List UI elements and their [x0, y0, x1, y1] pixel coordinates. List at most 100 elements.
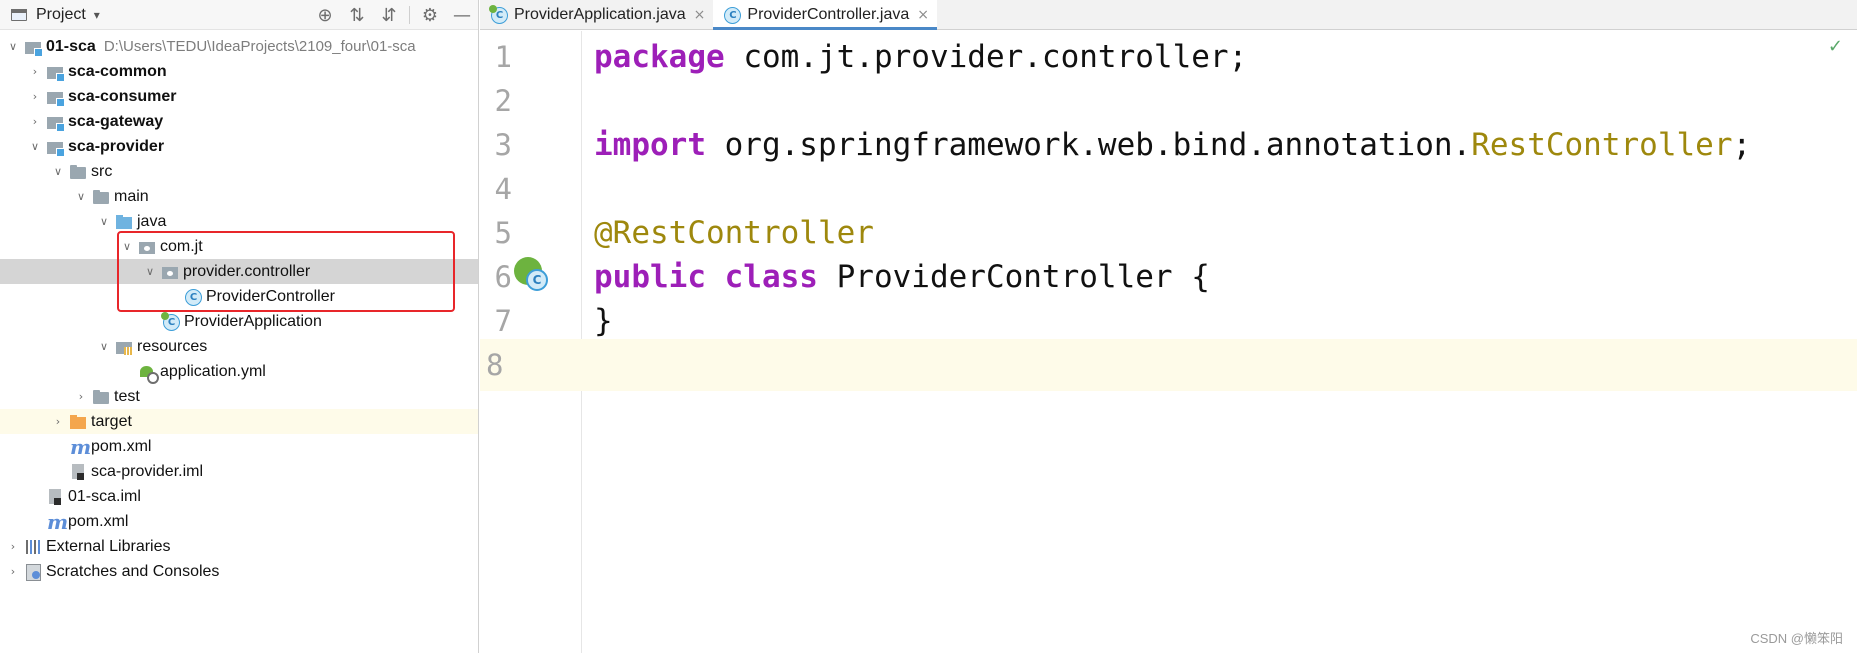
tree-item-resources[interactable]: ∨ resources — [0, 334, 478, 359]
tree-item-label: java — [137, 212, 167, 230]
keyword-public: public — [594, 259, 706, 295]
closing-brace: } — [594, 303, 613, 339]
module-icon — [24, 38, 43, 57]
module-icon — [46, 138, 65, 157]
tree-item-sca-gateway[interactable]: › sca-gateway — [0, 109, 478, 134]
chevron-right-icon[interactable]: › — [24, 109, 46, 134]
chevron-right-icon[interactable]: › — [2, 559, 24, 584]
line-number-gutter[interactable]: 1 2 3 4 5 6 7 8 C — [480, 31, 582, 653]
tree-item-provider-controller-class[interactable]: ProviderController — [0, 284, 478, 309]
package-icon — [138, 238, 156, 256]
chevron-right-icon[interactable]: › — [2, 534, 24, 559]
class-icon — [184, 288, 202, 306]
spring-boot-class-icon — [489, 4, 508, 24]
tab-provider-controller[interactable]: ProviderController.java × — [713, 0, 937, 30]
tab-label: ProviderApplication.java — [514, 5, 686, 23]
inspection-ok-icon[interactable]: ✓ — [1828, 36, 1843, 57]
keyword-package: package — [594, 39, 725, 75]
editor-area: ProviderApplication.java × ProviderContr… — [480, 0, 1857, 653]
chevron-down-icon[interactable]: ∨ — [70, 184, 92, 209]
tree-item-src[interactable]: ∨ src — [0, 159, 478, 184]
spring-boot-class-icon — [161, 311, 180, 331]
tab-provider-application[interactable]: ProviderApplication.java × — [480, 0, 713, 29]
chevron-right-icon[interactable]: › — [24, 59, 46, 84]
iml-file-icon — [46, 488, 64, 506]
module-icon — [46, 88, 65, 107]
chevron-down-icon[interactable]: ∨ — [139, 259, 161, 284]
tree-item-label: External Libraries — [46, 537, 171, 555]
project-panel-header: Project ▾ ⊕ ⇅ ⇵ ⚙ — — [0, 0, 478, 30]
expand-all-icon[interactable]: ⇅ — [341, 0, 373, 30]
editor-tab-bar: ProviderApplication.java × ProviderContr… — [480, 0, 1857, 30]
toolbar-divider — [409, 6, 410, 24]
chevron-down-icon[interactable]: ∨ — [2, 34, 24, 59]
target-icon[interactable]: ⊕ — [309, 0, 341, 30]
tree-item-external-libraries[interactable]: › External Libraries — [0, 534, 478, 559]
chevron-down-icon[interactable]: ∨ — [24, 134, 46, 159]
tree-item-label: 01-sca.iml — [68, 487, 141, 505]
tree-item-label: target — [91, 412, 132, 430]
iml-file-icon — [69, 463, 87, 481]
tree-item-target[interactable]: › target — [0, 409, 478, 434]
tree-item-sca-provider[interactable]: ∨ sca-provider — [0, 134, 478, 159]
tree-item-01-sca-iml[interactable]: 01-sca.iml — [0, 484, 478, 509]
tree-item-sca-consumer[interactable]: › sca-consumer — [0, 84, 478, 109]
collapse-all-icon[interactable]: ⇵ — [373, 0, 405, 30]
close-icon[interactable]: × — [917, 7, 929, 23]
tree-item-test[interactable]: › test — [0, 384, 478, 409]
tree-item-main[interactable]: ∨ main — [0, 184, 478, 209]
tree-item-label: ProviderController — [206, 287, 335, 305]
tree-item-label: Scratches and Consoles — [46, 562, 220, 580]
import-class: RestController — [1471, 127, 1733, 163]
project-tree: ∨ 01-sca D:\Users\TEDU\IdeaProjects\2109… — [0, 34, 478, 584]
code-line-8-current — [582, 339, 1857, 391]
tree-item-scratches[interactable]: › Scratches and Consoles — [0, 559, 478, 584]
tree-item-java[interactable]: ∨ java — [0, 209, 478, 234]
source-folder-icon — [115, 213, 133, 231]
keyword-class: class — [705, 259, 818, 295]
tree-item-label: sca-common — [68, 62, 167, 80]
class-marker-letter: C — [526, 269, 548, 291]
chevron-down-icon[interactable]: ∨ — [116, 234, 138, 259]
chevron-right-icon[interactable]: › — [24, 84, 46, 109]
tree-item-sca-common[interactable]: › sca-common — [0, 59, 478, 84]
panel-toolbar: ⊕ ⇅ ⇵ ⚙ — — [309, 0, 478, 30]
tree-item-application-yml[interactable]: application.yml — [0, 359, 478, 384]
chevron-right-icon[interactable]: › — [70, 384, 92, 409]
minimize-icon[interactable]: — — [446, 0, 478, 30]
tree-item-com-jt[interactable]: ∨ com.jt — [0, 234, 478, 259]
tree-item-label: pom.xml — [68, 512, 129, 530]
chevron-down-icon[interactable]: ∨ — [47, 159, 69, 184]
scratches-icon — [24, 563, 42, 581]
code-editor[interactable]: package com.jt.provider.controller; impo… — [582, 31, 1857, 653]
code-line-3: import org.springframework.web.bind.anno… — [582, 119, 1857, 171]
tree-item-label: sca-consumer — [68, 87, 177, 105]
tree-item-label: application.yml — [160, 362, 266, 380]
chevron-down-icon[interactable]: ∨ — [93, 209, 115, 234]
code-line-1: package com.jt.provider.controller; — [582, 31, 1857, 83]
gear-icon[interactable]: ⚙ — [414, 0, 446, 30]
tree-item-label: 01-sca — [46, 37, 96, 55]
tree-item-provider-controller[interactable]: ∨ provider.controller — [0, 259, 478, 284]
chevron-right-icon[interactable]: › — [47, 409, 69, 434]
close-icon[interactable]: × — [694, 7, 706, 23]
tree-item-provider-application[interactable]: ProviderApplication — [0, 309, 478, 334]
spring-bean-gutter-icon[interactable]: C — [514, 257, 550, 293]
chevron-down-icon[interactable]: ∨ — [93, 334, 115, 359]
tree-item-label: sca-provider — [68, 137, 165, 155]
project-view-selector[interactable]: Project — [36, 6, 86, 24]
tree-item-module-pom[interactable]: pom.xml — [0, 434, 478, 459]
tree-item-root-pom[interactable]: pom.xml — [0, 509, 478, 534]
semicolon: ; — [1732, 127, 1752, 163]
yaml-config-icon — [138, 363, 159, 384]
tree-item-label: pom.xml — [91, 437, 152, 455]
tree-item-label: test — [114, 387, 140, 405]
tab-label: ProviderController.java — [747, 5, 910, 23]
class-declaration: ProviderController { — [817, 259, 1210, 295]
line-number-current: 8 — [480, 339, 582, 391]
resources-folder-icon — [115, 338, 133, 356]
tree-item-01-sca[interactable]: ∨ 01-sca D:\Users\TEDU\IdeaProjects\2109… — [0, 34, 478, 59]
tree-item-sca-provider-iml[interactable]: sca-provider.iml — [0, 459, 478, 484]
project-view-icon — [10, 7, 28, 23]
chevron-down-icon[interactable]: ▾ — [94, 8, 100, 22]
